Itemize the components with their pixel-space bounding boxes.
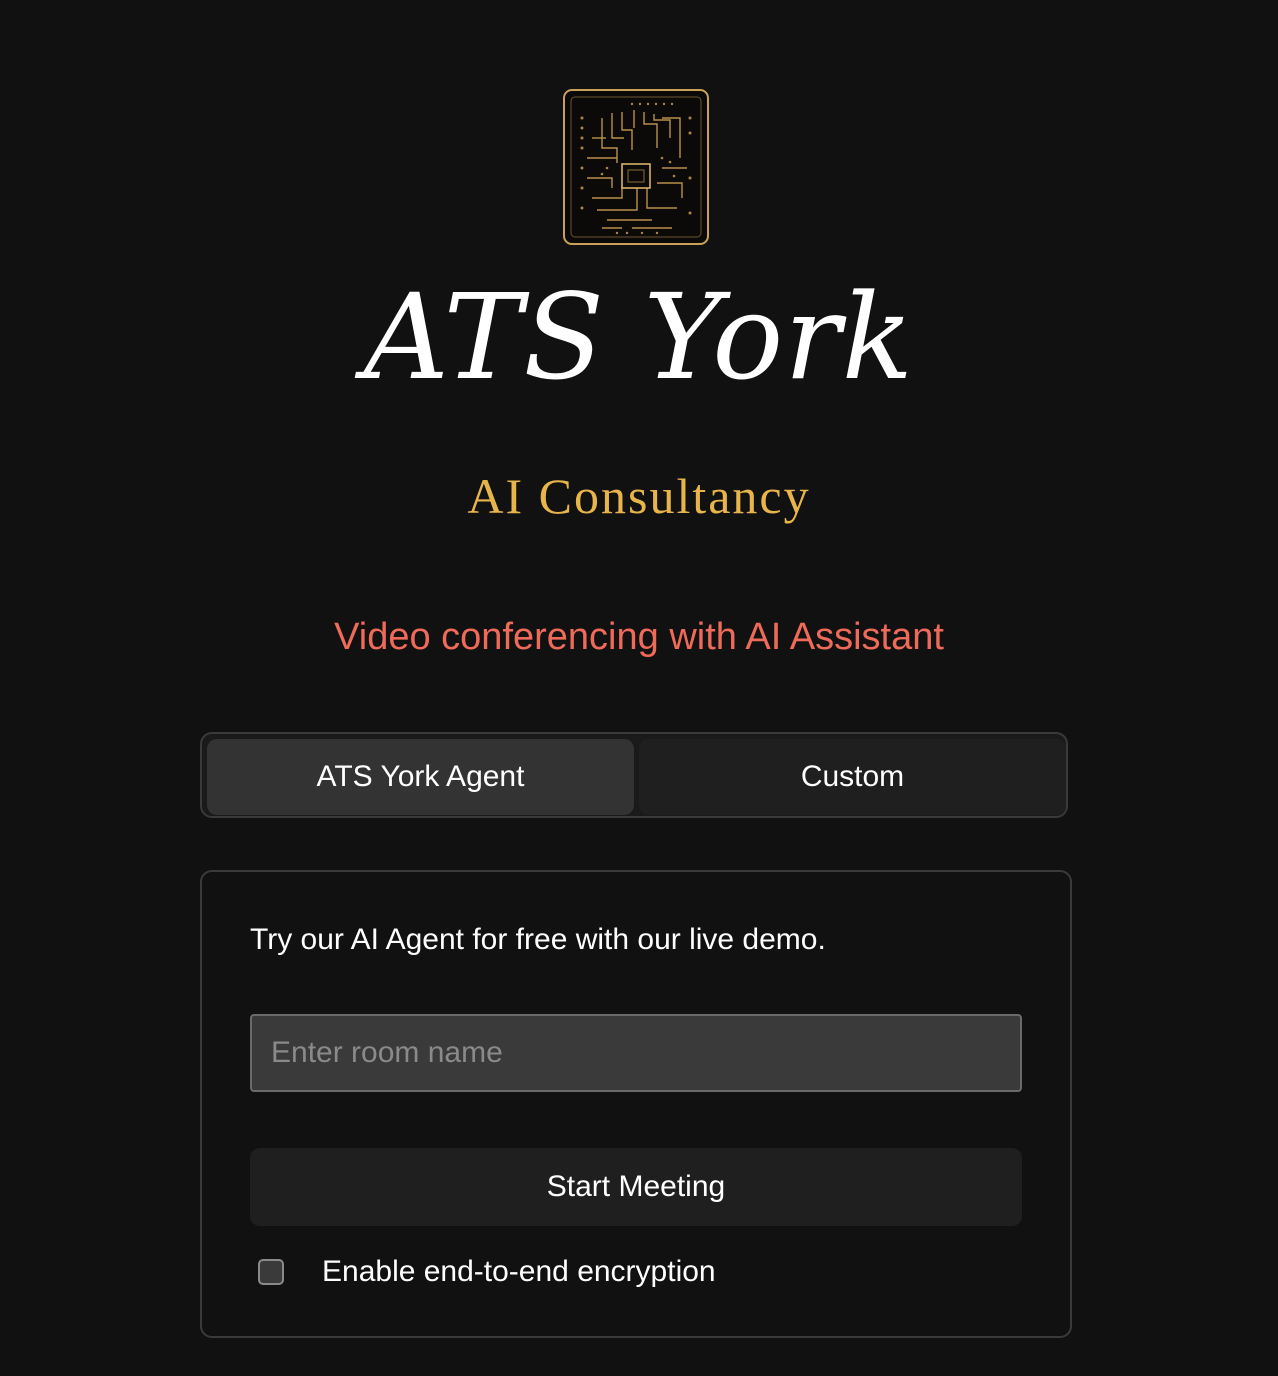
e2ee-label[interactable]: Enable end-to-end encryption	[322, 1255, 716, 1289]
circuit-chip-icon	[563, 89, 709, 245]
brand-subtitle: AI Consultancy	[467, 468, 811, 524]
e2ee-option: Enable end-to-end encryption	[258, 1252, 716, 1292]
mode-tabs: ATS York Agent Custom	[200, 732, 1068, 818]
e2ee-checkbox[interactable]	[258, 1259, 284, 1285]
start-meeting-button[interactable]: Start Meeting	[250, 1148, 1022, 1226]
tab-ats-york-agent[interactable]: ATS York Agent	[207, 739, 634, 815]
brand-title: ATS York	[363, 268, 915, 406]
landing-page: ATS York AI Consultancy Video conferenci…	[0, 0, 1278, 1376]
tagline: Video conferencing with AI Assistant	[334, 616, 944, 658]
room-name-input[interactable]	[250, 1014, 1022, 1092]
demo-card: Try our AI Agent for free with our live …	[200, 870, 1072, 1338]
demo-intro-text: Try our AI Agent for free with our live …	[250, 923, 826, 956]
tab-custom[interactable]: Custom	[639, 739, 1066, 815]
